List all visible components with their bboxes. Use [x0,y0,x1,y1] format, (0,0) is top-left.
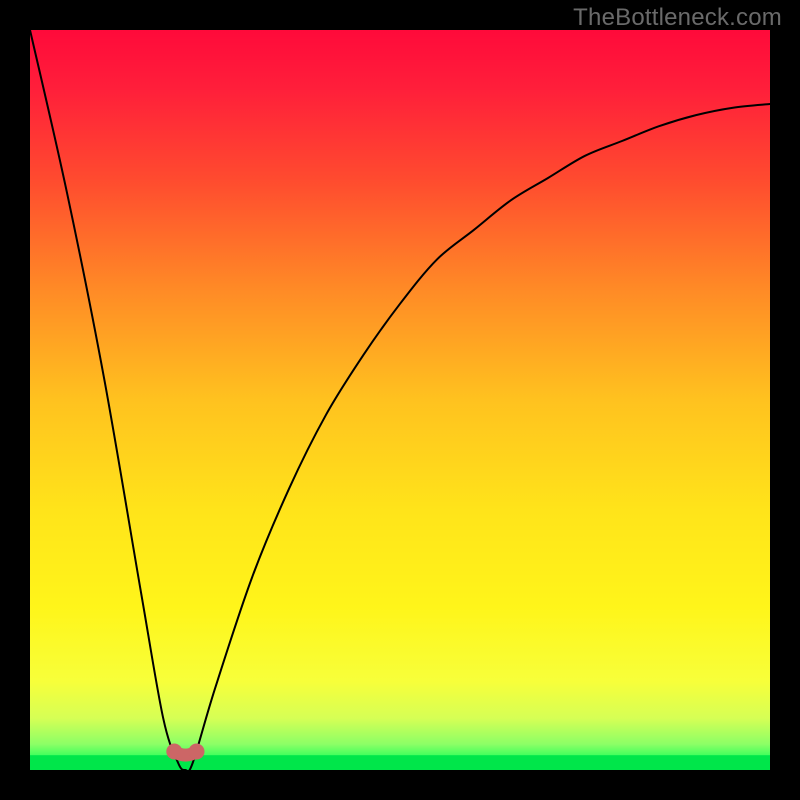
marker-dot-0 [166,744,182,760]
chart-frame: TheBottleneck.com [0,0,800,800]
marker-dot-1 [189,744,205,760]
gradient-background [30,30,770,770]
bottleneck-chart [30,30,770,770]
watermark-text: TheBottleneck.com [573,4,782,32]
optimal-band [30,755,770,770]
